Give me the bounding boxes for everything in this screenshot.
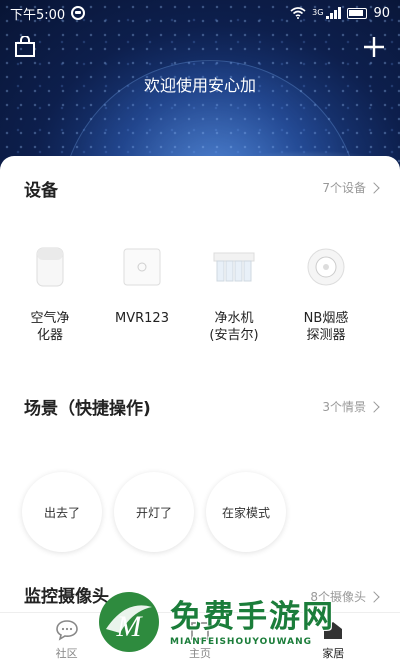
wifi-icon (290, 7, 306, 19)
router-box-icon (119, 244, 165, 290)
device-label: NB烟感 探测器 (303, 311, 349, 343)
scene-button[interactable]: 开灯了 (114, 472, 194, 552)
scene-button[interactable]: 在家模式 (206, 472, 286, 552)
status-bar: 下午5:00 3G 90 (0, 0, 400, 26)
shopping-bag-icon[interactable] (14, 36, 36, 58)
site-watermark: M 免费手游网 MIANFEISHOUYOUWANG (96, 578, 400, 666)
welcome-text: 欢迎使用安心加 (143, 76, 256, 95)
scenes-title: 场景（快捷操作) (24, 399, 151, 419)
signal-icon (326, 7, 342, 19)
devices-more-link[interactable]: 7个设备 (322, 179, 380, 196)
scene-list: 出去了 开灯了 在家模式 (22, 472, 286, 552)
water-purifier-icon (211, 244, 257, 290)
device-item[interactable]: MVR123 (96, 244, 188, 344)
battery-icon (347, 7, 368, 19)
devices-count: 7个设备 (322, 181, 366, 195)
network-type: 3G (312, 8, 324, 17)
scene-button[interactable]: 出去了 (22, 472, 102, 552)
device-item[interactable]: NB烟感 探测器 (280, 244, 372, 344)
device-item[interactable]: 净水机 (安吉尔) (188, 244, 280, 344)
svg-text:M: M (116, 610, 144, 643)
device-label: MVR123 (115, 311, 169, 326)
devices-title: 设备 (24, 181, 58, 201)
device-item[interactable]: 空气净 化器 (4, 244, 96, 344)
battery-level: 90 (373, 5, 390, 21)
watermark-subtext: MIANFEISHOUYOUWANG (170, 637, 312, 647)
watermark-text: 免费手游网 (170, 599, 335, 635)
device-list: 空气净 化器 MVR123 净水机 (安吉尔) NB烟感 探测器 (0, 244, 400, 344)
chevron-right-icon (368, 182, 380, 194)
chat-bubble-icon (55, 619, 78, 641)
notification-icon (71, 6, 86, 20)
device-label: 空气净 化器 (30, 311, 70, 343)
scenes-more-link[interactable]: 3个情景 (322, 398, 380, 415)
air-purifier-icon (27, 244, 73, 290)
status-time: 下午5:00 (10, 7, 66, 23)
device-label: 净水机 (安吉尔) (209, 311, 259, 343)
add-icon[interactable] (362, 35, 386, 59)
chevron-right-icon (368, 401, 380, 413)
watermark-logo: M (99, 592, 159, 652)
smoke-detector-icon (303, 244, 349, 290)
scenes-count: 3个情景 (322, 400, 366, 414)
nav-label: 社区 (55, 646, 78, 660)
